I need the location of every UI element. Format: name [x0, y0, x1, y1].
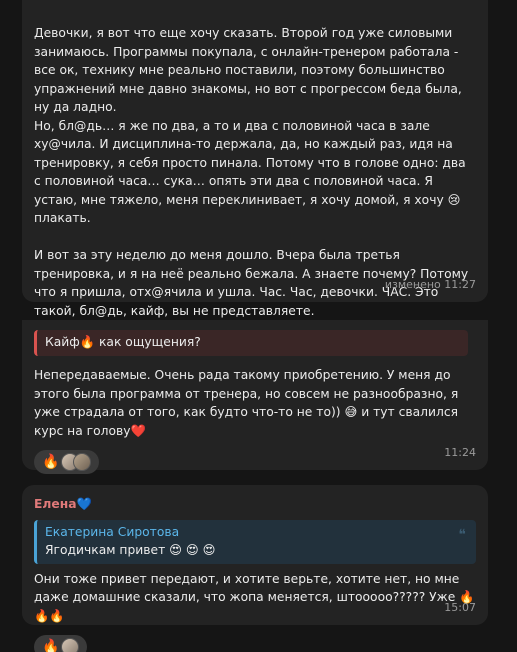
- reaction-fire[interactable]: 🔥: [34, 635, 88, 652]
- quoted-message[interactable]: Екатерина Сиротова Ягодичкам привет 😍 😍 …: [34, 519, 476, 564]
- reaction-emoji: 🔥: [42, 453, 60, 470]
- quote-author: Екатерина Сиротова: [45, 524, 180, 539]
- heart-icon: ❤️: [130, 423, 146, 438]
- reaction-fire[interactable]: 🔥: [34, 450, 100, 474]
- reactions-row: 🔥: [34, 450, 476, 474]
- message-timestamp: 15:07: [444, 600, 476, 614]
- quote-text: Ягодичкам привет 😍 😍 😍: [45, 543, 216, 557]
- message-timestamp: 11:24: [444, 445, 476, 459]
- avatar: [73, 453, 92, 471]
- message-text: Девочки, я вот что еще хочу сказать. Вто…: [34, 26, 469, 318]
- quote-icon: ❝: [458, 526, 466, 543]
- sender-name[interactable]: Елена💙: [34, 495, 476, 514]
- message-bubble-1[interactable]: Девочки, я вот что еще хочу сказать. Вто…: [22, 0, 488, 354]
- message-bubble-2[interactable]: Кайф🔥 как ощущения? Непередаваемые. Очен…: [22, 320, 488, 474]
- avatar: [61, 638, 80, 652]
- reaction-emoji: 🔥: [42, 638, 60, 652]
- message-bubble-3[interactable]: Елена💙 Екатерина Сиротова Ягодичкам прив…: [22, 485, 488, 652]
- reactions-row: 🔥: [34, 635, 476, 652]
- message-body: Непередаваемые. Очень рада такому приобр…: [34, 368, 463, 438]
- message-text: Они тоже привет передают, и хотите верьт…: [34, 571, 475, 623]
- reply-preview[interactable]: Кайф🔥 как ощущения?: [34, 330, 468, 356]
- message-timestamp: изменено 11:27: [384, 277, 476, 291]
- reply-text: Кайф🔥 как ощущения?: [45, 335, 201, 349]
